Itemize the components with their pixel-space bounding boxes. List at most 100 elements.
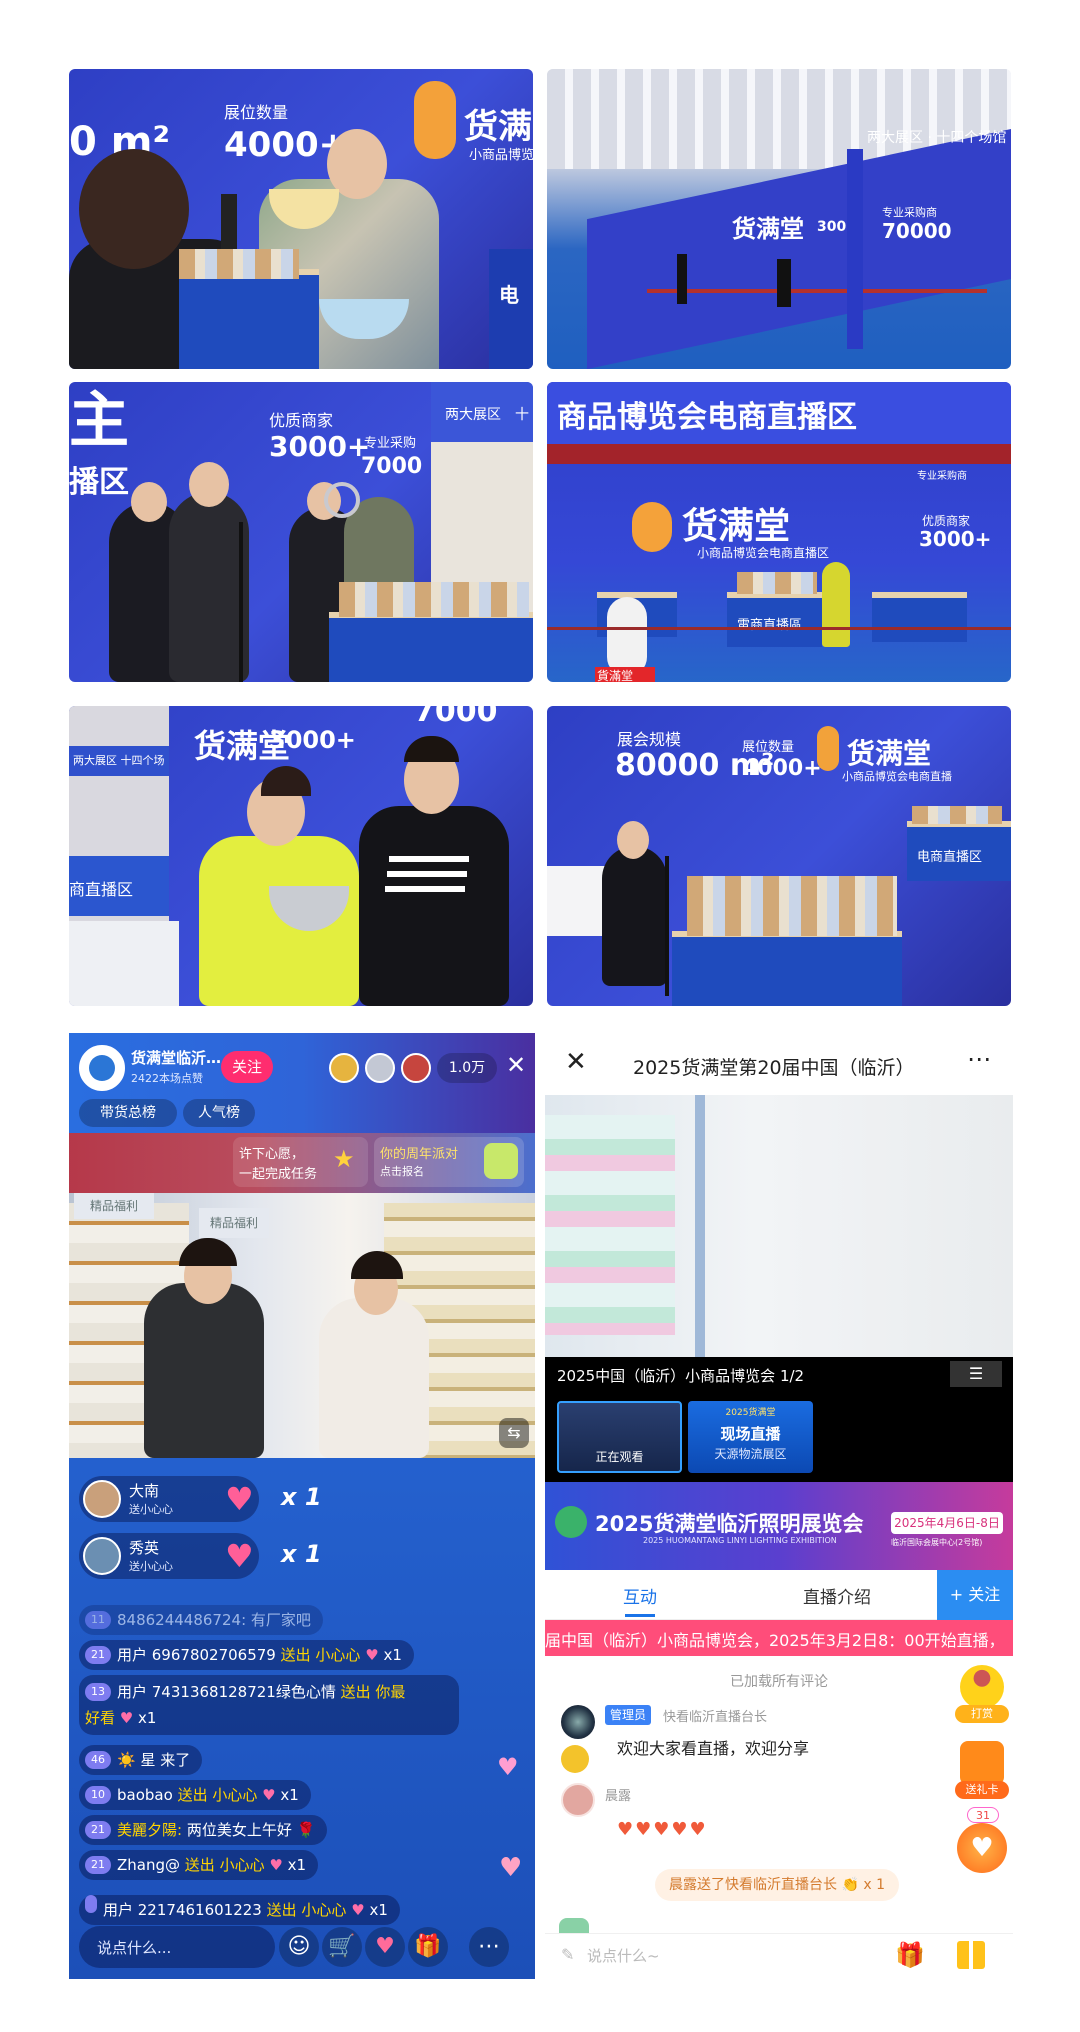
- follow-button[interactable]: + 关注: [937, 1570, 1013, 1620]
- comment-input[interactable]: 说点什么...: [79, 1926, 275, 1968]
- mascot-icon: [414, 81, 456, 159]
- brand-logo-3: 货满堂: [682, 506, 791, 547]
- anniversary-party-card[interactable]: 你的周年派对 点击报名: [374, 1137, 524, 1187]
- host-black-jacket: [359, 806, 509, 1006]
- brand-logo-2: 货满堂: [732, 215, 804, 243]
- more-icon[interactable]: ⋯: [967, 1045, 991, 1073]
- gift-notice-1: 大南 送小心心 ♥: [79, 1476, 259, 1522]
- photo-livestream-zone: 商品博览会电商直播区 货满堂 小商品博览会电商直播区 优质商家 3000+ 专业…: [547, 382, 1011, 682]
- tab-interact[interactable]: 互动: [623, 1583, 657, 1608]
- gift-notice: 晨露送了快看临沂直播台长 👏 x 1: [655, 1869, 899, 1901]
- video-page-screen: ✕ 2025货满堂第20届中国（临沂） ⋯ 2025中国（临沂）小商品博览会 1…: [545, 1033, 1013, 1979]
- brand-logo-5: 货满堂: [847, 737, 932, 770]
- hearts-message: ♥♥♥♥♥: [617, 1819, 708, 1840]
- tripod: [239, 522, 243, 682]
- playlist-strip: 2025中国（临沂）小商品博览会 1/2 ☰ 正在观看 2025货满堂 现场直播…: [545, 1357, 1013, 1482]
- emoji-badge-icon: [561, 1745, 589, 1773]
- sales-rank-tab[interactable]: 带货总榜: [79, 1099, 177, 1127]
- admin-avatar[interactable]: [561, 1705, 595, 1739]
- shopping-cart-icon[interactable]: 🛒: [322, 1927, 362, 1967]
- buyers-value: 70000: [882, 219, 952, 243]
- floating-heart-icon: ♥: [497, 1753, 519, 1781]
- loaded-all-notice: 已加载所有评论: [730, 1674, 828, 1690]
- brand-subtitle: 小商品博览会电: [469, 148, 533, 163]
- close-icon[interactable]: ✕: [506, 1051, 526, 1079]
- more-icon[interactable]: ⋯: [469, 1927, 509, 1967]
- heart-icon: ♥: [225, 1537, 254, 1575]
- zone-title: 商品博览会电商直播区: [557, 400, 857, 435]
- live-video-feed[interactable]: 精品福利 精品福利 ⇆: [69, 1193, 535, 1458]
- apps-grid-icon[interactable]: [957, 1941, 985, 1969]
- announcement-ticker: 届中国（临沂）小商品博览会，2025年3月2日8：00开始直播，: [545, 1620, 1013, 1656]
- buyers-label: 专业采购商: [882, 206, 937, 219]
- admin-message: 欢迎大家看直播，欢迎分享: [617, 1739, 810, 1758]
- hall-banner: 两大展区 · 十四个场馆: [867, 130, 1007, 146]
- livestream-sign: 電商直播區: [737, 618, 803, 633]
- video-player[interactable]: [545, 1095, 1013, 1357]
- gift-card-icon[interactable]: [960, 1741, 1004, 1785]
- photo-live-demo-men: 主 播区 优质商家 3000+ 专业采购 7000 两大展区 十: [69, 382, 533, 682]
- photo-wide-stands: 展会规模 80000 m² 展位数量 4000+ 货满堂 小商品博览会电商直播 …: [547, 706, 1011, 1006]
- emoji-icon[interactable]: ☺: [279, 1927, 319, 1967]
- comment-row: 21 Zhang@ 送出 小心心 ♥ x1: [79, 1850, 319, 1880]
- host-avatar[interactable]: [79, 1045, 125, 1091]
- merchants-value: 3000+: [269, 430, 371, 463]
- viewer-avatar-2[interactable]: [365, 1053, 395, 1083]
- booths-label: 展位数量: [224, 103, 289, 122]
- gift-icon[interactable]: 🎁: [895, 1941, 925, 1969]
- follow-button[interactable]: 关注: [221, 1051, 273, 1083]
- reward-button[interactable]: ●: [960, 1665, 1004, 1709]
- viewer-avatar-1[interactable]: [329, 1053, 359, 1083]
- viewer-avatar-3[interactable]: [401, 1053, 431, 1083]
- gift-user-avatar: [83, 1537, 121, 1575]
- heart-icon: ♥: [225, 1480, 254, 1518]
- playlist-toggle-icon[interactable]: ☰: [950, 1361, 1002, 1387]
- like-count: 31: [967, 1807, 999, 1823]
- star-wand-icon: ★: [333, 1145, 355, 1173]
- comment-row: 21 用户 6967802706579 送出 小心心 ♥ x1: [79, 1640, 414, 1670]
- photo-host-pair: 两大展区 十四个场 货满堂 3000+ 7000 商直播区: [69, 706, 533, 1006]
- phone-on-tripod: [221, 194, 237, 254]
- floating-heart-icon: ♥: [499, 1853, 523, 1883]
- page-title: 2025货满堂第20届中国（临沂）: [633, 1057, 915, 1079]
- photo-exhibition-hall: 两大展区 · 十四个场馆 货满堂 专业采购商 70000 300: [547, 69, 1011, 369]
- playlist-item-current[interactable]: 正在观看: [557, 1401, 682, 1473]
- gift-user-avatar: [83, 1480, 121, 1518]
- likes-count: 2422本场点赞: [131, 1072, 203, 1085]
- comment-input[interactable]: 说点什么~: [587, 1945, 660, 1966]
- mascot-icon-2: [632, 502, 672, 552]
- comment-row: 21 美麗夕陽: 两位美女上午好 🌹: [79, 1815, 328, 1845]
- tab-intro[interactable]: 直播介绍: [803, 1583, 871, 1608]
- rotate-screen-icon[interactable]: ⇆: [499, 1418, 529, 1448]
- comment-row: 11 8486244486724: 有厂家吧: [79, 1605, 323, 1635]
- comment-row: 用户 2217461601223 送出 小心心 ♥ x1: [79, 1895, 400, 1925]
- brand-logo: 货满: [464, 107, 532, 147]
- comment-row: 13 用户 7431368128721绿色心情 送出 你最 好看 ♥ x1: [79, 1675, 459, 1735]
- live-stream-screen: 货满堂临沂… 2422本场点赞 关注 1.0万 ✕ 带货总榜 人气榜 许下心愿，…: [69, 1033, 535, 1979]
- gift-box-icon: [484, 1143, 518, 1179]
- heart-gift-icon[interactable]: ♥: [365, 1927, 405, 1967]
- gift-icon[interactable]: 🎁: [408, 1927, 448, 1967]
- playlist-item-2[interactable]: 2025货满堂 现场直播 天源物流展区: [688, 1401, 813, 1473]
- gift-notice-2: 秀英 送小心心 ♥: [79, 1533, 259, 1579]
- camera-operator: [602, 846, 667, 986]
- livestream-sign-2: 电商直播区: [917, 850, 983, 865]
- side-sign: 电: [499, 283, 519, 307]
- host-name[interactable]: 货满堂临沂…: [131, 1047, 221, 1068]
- organizer-logo-icon: [555, 1506, 587, 1538]
- live-host-1: [144, 1283, 264, 1458]
- viewer-count[interactable]: 1.0万: [437, 1053, 497, 1083]
- close-icon[interactable]: ✕: [565, 1047, 587, 1077]
- admin-badge: 管理员: [605, 1705, 652, 1725]
- edit-icon: ✎: [561, 1945, 575, 1964]
- photo-exhibitor-demo: 0 m² 展位数量 4000+ 货满 小商品博览会电 电: [69, 69, 533, 369]
- popularity-rank-tab[interactable]: 人气榜: [183, 1099, 255, 1127]
- live-host-2: [319, 1298, 429, 1458]
- like-heart-icon[interactable]: ♥: [957, 1823, 1007, 1873]
- event-banner[interactable]: 2025货满堂临沂照明展览会 2025 HUOMANTANG LINYI LIG…: [545, 1482, 1013, 1570]
- comment-row: 46 ☀️ 星 来了: [79, 1745, 203, 1775]
- comment-row: 10 baobao 送出 小心心 ♥ x1: [79, 1780, 311, 1810]
- stand-sign: 貨滿堂: [597, 669, 634, 682]
- wish-task-card[interactable]: 许下心愿， 一起完成任务 ★: [233, 1137, 368, 1187]
- user-avatar[interactable]: [561, 1783, 595, 1817]
